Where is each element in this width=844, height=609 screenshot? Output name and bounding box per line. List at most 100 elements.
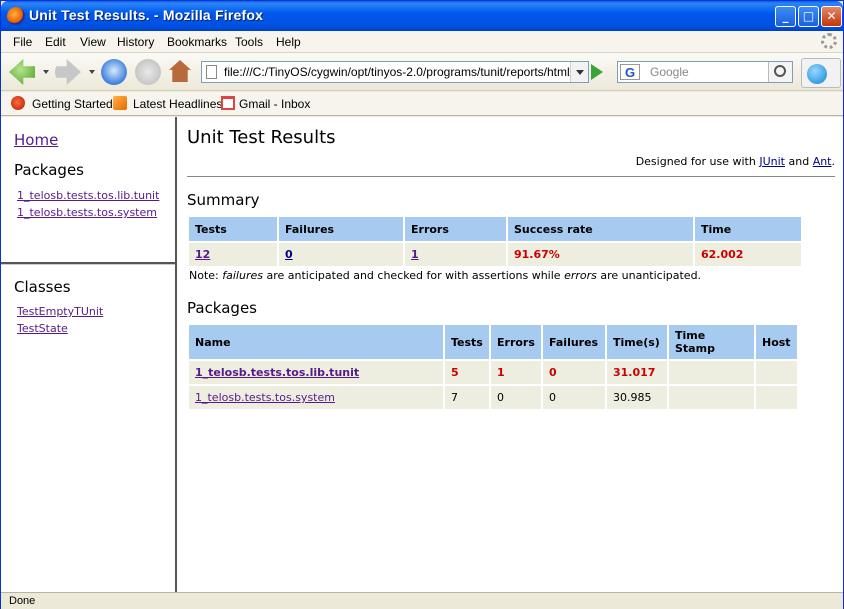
- package-errors: 0: [491, 386, 541, 409]
- main-frame: Unit Test Results Designed for use with …: [179, 117, 843, 592]
- skype-icon[interactable]: [801, 58, 841, 88]
- bookmark-latest-headlines[interactable]: Latest Headlines: [133, 97, 222, 111]
- gmail-icon: [221, 96, 235, 110]
- menu-tools[interactable]: Tools: [235, 35, 263, 49]
- classes-heading: Classes: [14, 278, 71, 296]
- firefox-bookmark-icon: [11, 96, 25, 110]
- summary-success-rate: 91.67%: [508, 243, 693, 266]
- note-part: Note:: [189, 269, 223, 282]
- sidebar-class-link[interactable]: TestEmptyTUnit: [17, 305, 103, 318]
- summary-errors-link[interactable]: 1: [411, 248, 419, 261]
- note-errors: errors: [564, 269, 597, 282]
- summary-table: Tests Failures Errors Success rate Time …: [187, 215, 803, 268]
- package-link[interactable]: 1_telosb.tests.tos.lib.tunit: [195, 366, 359, 379]
- browser-window: Unit Test Results. - Mozilla Firefox _ □…: [0, 0, 844, 609]
- menu-view[interactable]: View: [80, 35, 106, 49]
- reload-icon[interactable]: [101, 59, 127, 85]
- packages-header-timestamp: Time Stamp: [669, 325, 754, 359]
- package-row: 1_telosb.tests.tos.system 7 0 0 30.985: [189, 386, 797, 409]
- summary-failures-link[interactable]: 0: [285, 248, 293, 261]
- search-magnifier-icon[interactable]: [768, 62, 792, 82]
- packages-section-heading: Packages: [187, 299, 257, 317]
- assertion-note: Note: failures are anticipated and check…: [189, 269, 701, 282]
- window-title: Unit Test Results. - Mozilla Firefox: [29, 7, 264, 23]
- summary-time: 62.002: [695, 243, 801, 266]
- packages-header-name: Name: [189, 325, 443, 359]
- ant-link[interactable]: Ant: [813, 155, 832, 168]
- sidebar-package-link[interactable]: 1_telosb.tests.tos.lib.tunit: [17, 189, 159, 202]
- package-link[interactable]: 1_telosb.tests.tos.system: [195, 391, 335, 404]
- packages-header-errors: Errors: [491, 325, 541, 359]
- menu-history[interactable]: History: [117, 35, 154, 49]
- designed-suffix: .: [831, 155, 836, 168]
- summary-row: 12 0 1 91.67% 62.002: [189, 243, 801, 266]
- title-bar[interactable]: Unit Test Results. - Mozilla Firefox _ □…: [1, 1, 843, 31]
- summary-tests-cell: 12: [189, 243, 277, 266]
- page-file-icon: [206, 65, 217, 79]
- package-tests: 7: [445, 386, 489, 409]
- url-bar[interactable]: file:///C:/TinyOS/cygwin/opt/tinyos-2.0/…: [201, 61, 589, 83]
- designed-for-note: Designed for use with JUnit and Ant.: [636, 155, 835, 168]
- junit-link[interactable]: JUnit: [759, 155, 785, 168]
- sidebar-frame: Home Packages 1_telosb.tests.tos.lib.tun…: [1, 117, 177, 592]
- stop-icon[interactable]: [135, 59, 161, 85]
- menu-edit[interactable]: Edit: [45, 35, 66, 49]
- packages-table: Name Tests Errors Failures Time(s) Time …: [187, 323, 799, 411]
- forward-arrow-icon[interactable]: [55, 59, 81, 85]
- packages-header-failures: Failures: [543, 325, 605, 359]
- bookmark-gmail-inbox[interactable]: Gmail - Inbox: [239, 97, 310, 111]
- forward-dropdown-icon[interactable]: [89, 70, 95, 74]
- summary-header-time: Time: [695, 217, 801, 241]
- designed-and: and: [784, 155, 813, 168]
- home-icon[interactable]: [169, 60, 191, 82]
- package-name-cell: 1_telosb.tests.tos.system: [189, 386, 443, 409]
- package-timestamp: [669, 361, 754, 384]
- search-box[interactable]: G Google: [617, 61, 793, 83]
- package-tests: 5: [445, 361, 489, 384]
- status-text: Done: [9, 595, 36, 607]
- url-text[interactable]: file:///C:/TinyOS/cygwin/opt/tinyos-2.0/…: [224, 65, 580, 79]
- close-button[interactable]: ✕: [821, 6, 842, 27]
- summary-heading: Summary: [187, 191, 260, 209]
- summary-header-failures: Failures: [279, 217, 403, 241]
- package-timestamp: [669, 386, 754, 409]
- sidebar-class-link[interactable]: TestState: [17, 322, 68, 335]
- package-failures: 0: [543, 386, 605, 409]
- packages-header-time: Time(s): [607, 325, 667, 359]
- bookmark-getting-started[interactable]: Getting Started: [32, 97, 113, 111]
- home-link[interactable]: Home: [14, 131, 58, 149]
- search-placeholder[interactable]: Google: [650, 65, 689, 79]
- back-dropdown-icon[interactable]: [43, 70, 49, 74]
- package-errors: 1: [491, 361, 541, 384]
- minimize-button[interactable]: _: [775, 6, 796, 27]
- menu-bar: File Edit View History Bookmarks Tools H…: [1, 31, 843, 53]
- summary-tests-link[interactable]: 12: [195, 248, 210, 261]
- sidebar-package-link[interactable]: 1_telosb.tests.tos.system: [17, 206, 157, 219]
- summary-header-row: Tests Failures Errors Success rate Time: [189, 217, 801, 241]
- navigation-toolbar: file:///C:/TinyOS/cygwin/opt/tinyos-2.0/…: [1, 53, 843, 91]
- packages-heading: Packages: [14, 161, 84, 179]
- summary-header-errors: Errors: [405, 217, 506, 241]
- note-failures: failures: [222, 269, 263, 282]
- search-engine-icon[interactable]: G: [620, 64, 640, 80]
- rss-feed-icon: [113, 96, 127, 110]
- horizontal-rule: [187, 176, 835, 177]
- package-row: 1_telosb.tests.tos.lib.tunit 5 1 0 31.01…: [189, 361, 797, 384]
- frame-divider[interactable]: [1, 262, 175, 265]
- package-host: [756, 361, 797, 384]
- go-arrow-icon[interactable]: [591, 64, 603, 80]
- url-history-dropdown-icon[interactable]: [570, 62, 588, 82]
- menu-help[interactable]: Help: [276, 35, 301, 49]
- package-name-cell: 1_telosb.tests.tos.lib.tunit: [189, 361, 443, 384]
- firefox-icon: [7, 7, 25, 25]
- bookmarks-toolbar: Getting Started Latest Headlines Gmail -…: [1, 92, 843, 116]
- menu-bookmarks[interactable]: Bookmarks: [167, 35, 227, 49]
- summary-header-tests: Tests: [189, 217, 277, 241]
- summary-errors-cell: 1: [405, 243, 506, 266]
- menu-file[interactable]: File: [13, 35, 32, 49]
- maximize-button[interactable]: □: [798, 6, 819, 27]
- packages-header-row: Name Tests Errors Failures Time(s) Time …: [189, 325, 797, 359]
- back-arrow-icon[interactable]: [9, 59, 35, 85]
- status-bar: Done: [1, 592, 843, 609]
- page-title: Unit Test Results: [187, 127, 336, 148]
